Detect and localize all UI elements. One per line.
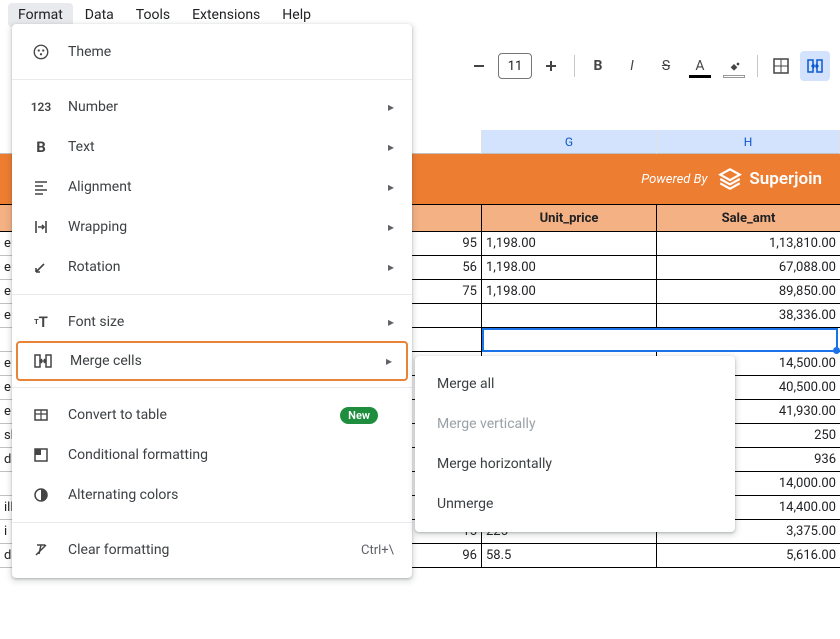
submenu-arrow-icon: ▸ [388, 180, 394, 194]
merge-vertically: Merge vertically [415, 404, 735, 444]
merge-cells-icon [32, 352, 54, 370]
submenu-arrow-icon: ▸ [388, 140, 394, 154]
submenu-arrow-icon: ▸ [388, 260, 394, 274]
menu-rotation[interactable]: Rotation ▸ [12, 247, 412, 287]
bold-icon: B [30, 138, 52, 156]
new-badge: New [340, 407, 378, 424]
cell-sale-amt[interactable]: 5,616.00 [657, 544, 840, 568]
powered-by-text: Powered By [641, 172, 707, 187]
column-header-g[interactable]: G [482, 130, 657, 154]
bold-button[interactable]: B [583, 51, 613, 81]
cell-sale-amt[interactable]: 89,850.00 [657, 280, 840, 304]
menu-text[interactable]: B Text ▸ [12, 127, 412, 167]
submenu-arrow-icon: ▸ [388, 100, 394, 114]
cell-sale-amt[interactable] [657, 328, 840, 352]
clear-formatting-shortcut: Ctrl+\ [361, 543, 394, 558]
table-icon [30, 407, 52, 423]
menu-wrapping[interactable]: Wrapping ▸ [12, 207, 412, 247]
submenu-arrow-icon: ▸ [386, 354, 392, 368]
menu-number-label: Number [68, 99, 388, 115]
cell-unit-price[interactable] [482, 304, 657, 328]
menu-merge-cells[interactable]: Merge cells ▸ [16, 341, 408, 381]
menu-merge-cells-label: Merge cells [70, 353, 386, 369]
merge-cells-submenu: Merge all Merge vertically Merge horizon… [415, 356, 735, 532]
text-color-button[interactable]: A [685, 51, 715, 81]
alternating-colors-icon [30, 487, 52, 503]
menu-clear-formatting-label: Clear formatting [68, 542, 361, 558]
menu-clear-formatting[interactable]: Clear formatting Ctrl+\ [12, 530, 412, 570]
cell-sale-amt[interactable]: 67,088.00 [657, 256, 840, 280]
merge-cells-button[interactable] [800, 51, 830, 81]
format-dropdown: Theme 123 Number ▸ B Text ▸ Alignment ▸ … [12, 24, 412, 578]
italic-button[interactable]: I [617, 51, 647, 81]
cell-unit-price[interactable]: 58.5 [482, 544, 657, 568]
menu-separator [12, 522, 412, 523]
table-header-sale-amt: Sale_amt [657, 205, 840, 231]
menu-text-label: Text [68, 139, 388, 155]
cell-sale-amt[interactable]: 1,13,810.00 [657, 232, 840, 256]
submenu-arrow-icon: ▸ [388, 220, 394, 234]
toolbar-divider [757, 55, 758, 77]
column-header-h[interactable]: H [657, 130, 840, 154]
table-header-unit-price: Unit_price [482, 205, 657, 231]
superjoin-brand-text: Superjoin [749, 169, 822, 189]
menu-separator [12, 294, 412, 295]
wrapping-icon [30, 219, 52, 235]
menu-theme-label: Theme [68, 44, 394, 60]
menu-convert-to-table[interactable]: Convert to table New [12, 395, 412, 435]
strikethrough-button[interactable]: S [651, 51, 681, 81]
menu-wrapping-label: Wrapping [68, 219, 388, 235]
menu-font-size-label: Font size [68, 314, 388, 330]
cell-unit-price[interactable]: 1,198.00 [482, 280, 657, 304]
unmerge[interactable]: Unmerge [415, 484, 735, 524]
menu-alternating-colors-label: Alternating colors [68, 487, 394, 503]
menu-convert-to-table-label: Convert to table [68, 407, 340, 423]
theme-icon [30, 43, 52, 61]
number-icon: 123 [30, 100, 52, 114]
superjoin-logo: Superjoin [717, 166, 822, 192]
menu-alternating-colors[interactable]: Alternating colors [12, 475, 412, 515]
cell-unit-price[interactable]: 1,198.00 [482, 256, 657, 280]
conditional-formatting-icon [30, 447, 52, 463]
cell-sale-amt[interactable]: 38,336.00 [657, 304, 840, 328]
menu-conditional-formatting[interactable]: Conditional formatting [12, 435, 412, 475]
cell-unit-price[interactable]: 1,198.00 [482, 232, 657, 256]
menu-theme[interactable]: Theme [12, 32, 412, 72]
borders-button[interactable] [766, 51, 796, 81]
menu-separator [12, 387, 412, 388]
font-size-increase[interactable] [536, 51, 566, 81]
menu-number[interactable]: 123 Number ▸ [12, 87, 412, 127]
submenu-arrow-icon: ▸ [388, 315, 394, 329]
menu-font-size[interactable]: тT Font size ▸ [12, 302, 412, 342]
toolbar-divider [574, 55, 575, 77]
merge-horizontally[interactable]: Merge horizontally [415, 444, 735, 484]
font-size-input[interactable]: 11 [498, 53, 532, 79]
fill-color-button[interactable] [719, 51, 749, 81]
toolbar: 11 B I S A [464, 48, 840, 84]
menu-alignment[interactable]: Alignment ▸ [12, 167, 412, 207]
merge-all[interactable]: Merge all [415, 364, 735, 404]
menu-separator [12, 79, 412, 80]
menu-alignment-label: Alignment [68, 179, 388, 195]
alignment-icon [30, 179, 52, 195]
cell-unit-price[interactable] [482, 328, 657, 352]
menu-rotation-label: Rotation [68, 259, 388, 275]
menu-conditional-formatting-label: Conditional formatting [68, 447, 394, 463]
font-size-icon: тT [30, 313, 52, 331]
rotation-icon [30, 259, 52, 275]
clear-formatting-icon [30, 542, 52, 558]
font-size-decrease[interactable] [464, 51, 494, 81]
